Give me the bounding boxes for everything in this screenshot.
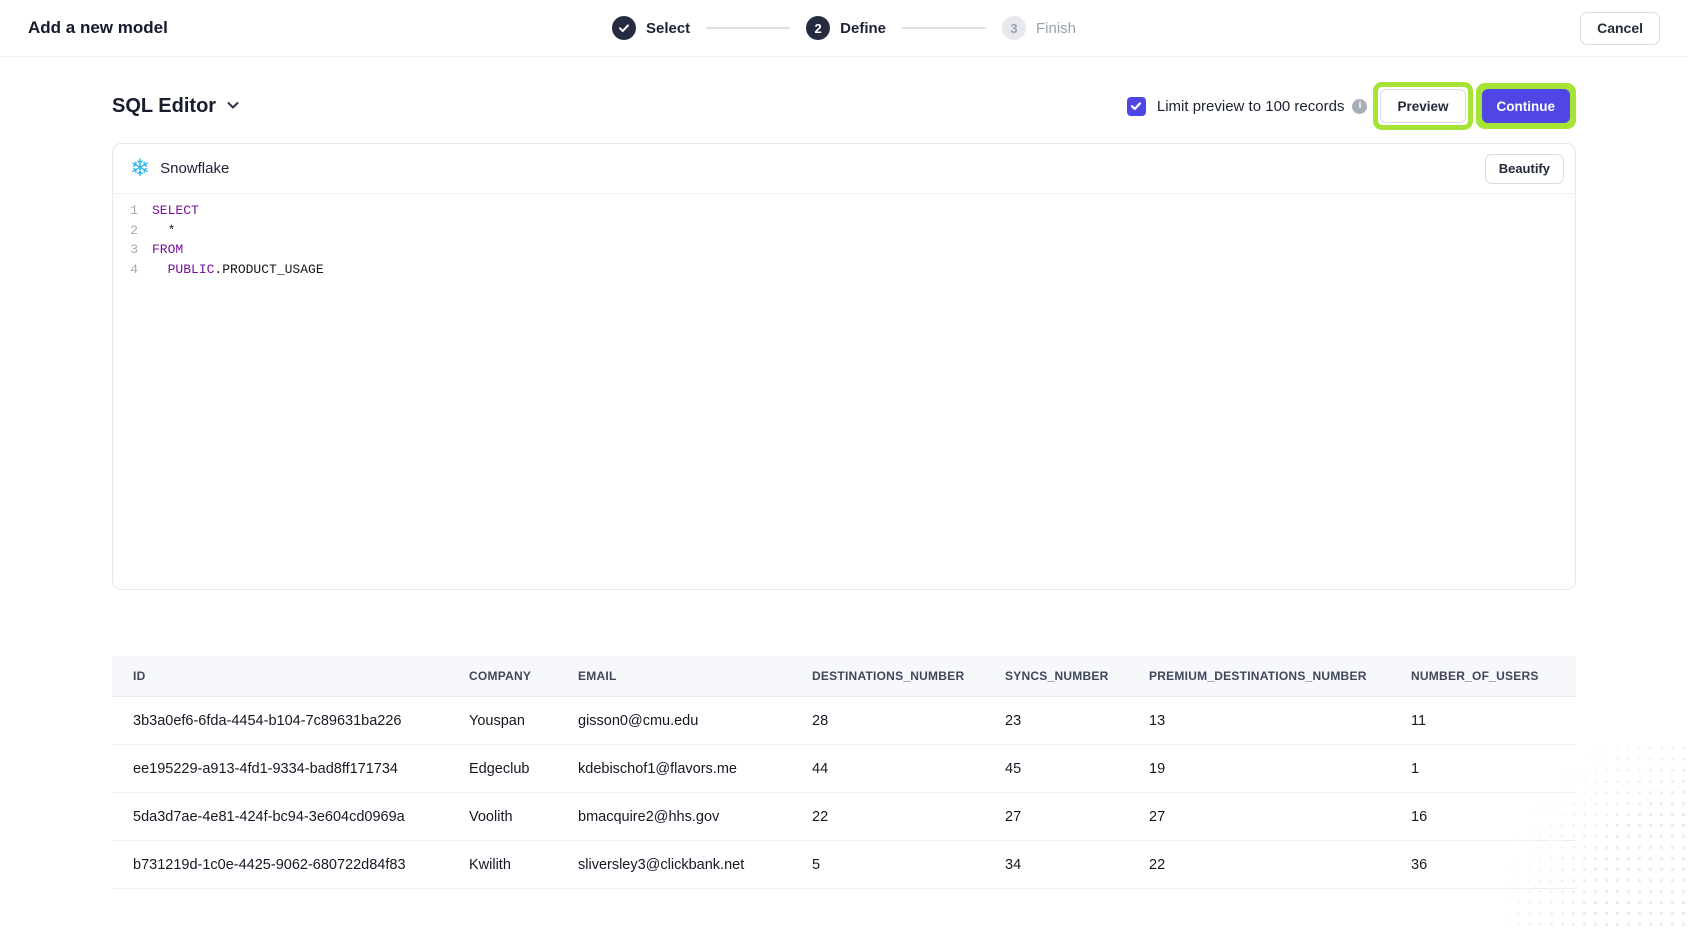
preview-button-highlight: Preview bbox=[1373, 82, 1472, 130]
table-body: 3b3a0ef6-6fda-4454-b104-7c89631ba226Yous… bbox=[112, 697, 1576, 889]
step-define-label: Define bbox=[840, 20, 886, 37]
table-row: 3b3a0ef6-6fda-4454-b104-7c89631ba226Yous… bbox=[112, 697, 1576, 745]
table-cell: Edgeclub bbox=[469, 761, 578, 777]
code-line: 1 SELECT bbox=[123, 201, 1575, 221]
line-number: 1 bbox=[123, 201, 138, 221]
table-cell: 28 bbox=[812, 713, 1005, 729]
table-cell: 27 bbox=[1005, 809, 1149, 825]
table-cell: sliversley3@clickbank.net bbox=[578, 857, 812, 873]
code-lines: 1SELECT2 *3FROM4 PUBLIC.PRODUCT_USAGE bbox=[123, 201, 1575, 279]
table-row: ee195229-a913-4fd1-9334-bad8ff171734Edge… bbox=[112, 745, 1576, 793]
table-cell: Kwilith bbox=[469, 857, 578, 873]
limit-preview-group: Limit preview to 100 records i bbox=[1127, 97, 1368, 116]
code-line: 3 FROM bbox=[123, 240, 1575, 260]
step-finish: 3 Finish bbox=[1002, 16, 1076, 40]
source-name: Snowflake bbox=[160, 160, 229, 177]
column-header: DESTINATIONS_NUMBER bbox=[812, 669, 1005, 683]
code-text: FROM bbox=[152, 240, 183, 260]
code-line: 2 * bbox=[123, 221, 1575, 241]
limit-preview-checkbox[interactable] bbox=[1127, 97, 1146, 116]
table-cell: 11 bbox=[1411, 713, 1576, 729]
source-indicator: ❄ Snowflake bbox=[130, 157, 229, 181]
step-connector bbox=[706, 27, 790, 29]
sql-editor-dropdown[interactable]: SQL Editor bbox=[112, 94, 241, 118]
table-cell: Voolith bbox=[469, 809, 578, 825]
results-table: IDCOMPANYEMAILDESTINATIONS_NUMBERSYNCS_N… bbox=[112, 656, 1576, 889]
step-finish-label: Finish bbox=[1036, 20, 1076, 37]
chevron-down-icon bbox=[225, 97, 241, 118]
table-cell: b731219d-1c0e-4425-9062-680722d84f83 bbox=[133, 857, 469, 873]
table-cell: 5da3d7ae-4e81-424f-bc94-3e604cd0969a bbox=[133, 809, 469, 825]
page-title: Add a new model bbox=[28, 18, 168, 38]
column-header: EMAIL bbox=[578, 669, 812, 683]
column-header: COMPANY bbox=[469, 669, 578, 683]
table-cell: 44 bbox=[812, 761, 1005, 777]
table-cell: 36 bbox=[1411, 857, 1576, 873]
table-cell: 1 bbox=[1411, 761, 1576, 777]
stepper: Select 2 Define 3 Finish bbox=[612, 16, 1076, 40]
table-cell: 22 bbox=[812, 809, 1005, 825]
step-finish-number: 3 bbox=[1002, 16, 1026, 40]
code-line: 4 PUBLIC.PRODUCT_USAGE bbox=[123, 260, 1575, 280]
step-select-label: Select bbox=[646, 20, 690, 37]
table-cell: 19 bbox=[1149, 761, 1411, 777]
step-connector bbox=[902, 27, 986, 29]
table-cell: Youspan bbox=[469, 713, 578, 729]
table-cell: 27 bbox=[1149, 809, 1411, 825]
editor-card-header: ❄ Snowflake Beautify bbox=[113, 144, 1575, 194]
continue-button[interactable]: Continue bbox=[1482, 89, 1571, 123]
table-cell: 13 bbox=[1149, 713, 1411, 729]
main-content: SQL Editor Limit preview to 100 records … bbox=[112, 83, 1576, 889]
table-cell: 23 bbox=[1005, 713, 1149, 729]
table-cell: gisson0@cmu.edu bbox=[578, 713, 812, 729]
code-text: PUBLIC.PRODUCT_USAGE bbox=[152, 260, 324, 280]
code-text: SELECT bbox=[152, 201, 199, 221]
table-cell: 16 bbox=[1411, 809, 1576, 825]
table-cell: bmacquire2@hhs.gov bbox=[578, 809, 812, 825]
limit-preview-label[interactable]: Limit preview to 100 records bbox=[1157, 98, 1345, 115]
sql-editor-dropdown-label: SQL Editor bbox=[112, 95, 216, 118]
table-cell: 45 bbox=[1005, 761, 1149, 777]
beautify-button[interactable]: Beautify bbox=[1485, 154, 1564, 184]
preview-button[interactable]: Preview bbox=[1380, 89, 1465, 123]
top-bar: Add a new model Select 2 Define 3 Finish… bbox=[0, 0, 1688, 57]
table-row: 5da3d7ae-4e81-424f-bc94-3e604cd0969aVool… bbox=[112, 793, 1576, 841]
table-row: b731219d-1c0e-4425-9062-680722d84f83Kwil… bbox=[112, 841, 1576, 889]
cancel-button[interactable]: Cancel bbox=[1580, 12, 1660, 45]
line-number: 2 bbox=[123, 221, 138, 241]
editor-toolbar: SQL Editor Limit preview to 100 records … bbox=[112, 83, 1576, 129]
snowflake-icon: ❄ bbox=[130, 157, 150, 181]
step-define: 2 Define bbox=[806, 16, 886, 40]
table-cell: 34 bbox=[1005, 857, 1149, 873]
table-cell: 3b3a0ef6-6fda-4454-b104-7c89631ba226 bbox=[133, 713, 469, 729]
table-cell: kdebischof1@flavors.me bbox=[578, 761, 812, 777]
code-text: * bbox=[152, 221, 175, 241]
column-header: NUMBER_OF_USERS bbox=[1411, 669, 1576, 683]
line-number: 3 bbox=[123, 240, 138, 260]
info-icon: i bbox=[1352, 99, 1367, 114]
line-number: 4 bbox=[123, 260, 138, 280]
table-cell: ee195229-a913-4fd1-9334-bad8ff171734 bbox=[133, 761, 469, 777]
table-cell: 5 bbox=[812, 857, 1005, 873]
table-header-row: IDCOMPANYEMAILDESTINATIONS_NUMBERSYNCS_N… bbox=[112, 656, 1576, 697]
sql-editor-card: ❄ Snowflake Beautify 1SELECT2 *3FROM4 PU… bbox=[112, 143, 1576, 590]
step-select: Select bbox=[612, 16, 690, 40]
column-header: ID bbox=[133, 669, 469, 683]
continue-button-highlight: Continue bbox=[1476, 83, 1577, 129]
toolbar-actions: Limit preview to 100 records i Preview C… bbox=[1127, 82, 1576, 130]
step-define-number: 2 bbox=[806, 16, 830, 40]
code-editor[interactable]: 1SELECT2 *3FROM4 PUBLIC.PRODUCT_USAGE bbox=[113, 194, 1575, 279]
column-header: SYNCS_NUMBER bbox=[1005, 669, 1149, 683]
table-cell: 22 bbox=[1149, 857, 1411, 873]
column-header: PREMIUM_DESTINATIONS_NUMBER bbox=[1149, 669, 1411, 683]
step-complete-check-icon bbox=[612, 16, 636, 40]
